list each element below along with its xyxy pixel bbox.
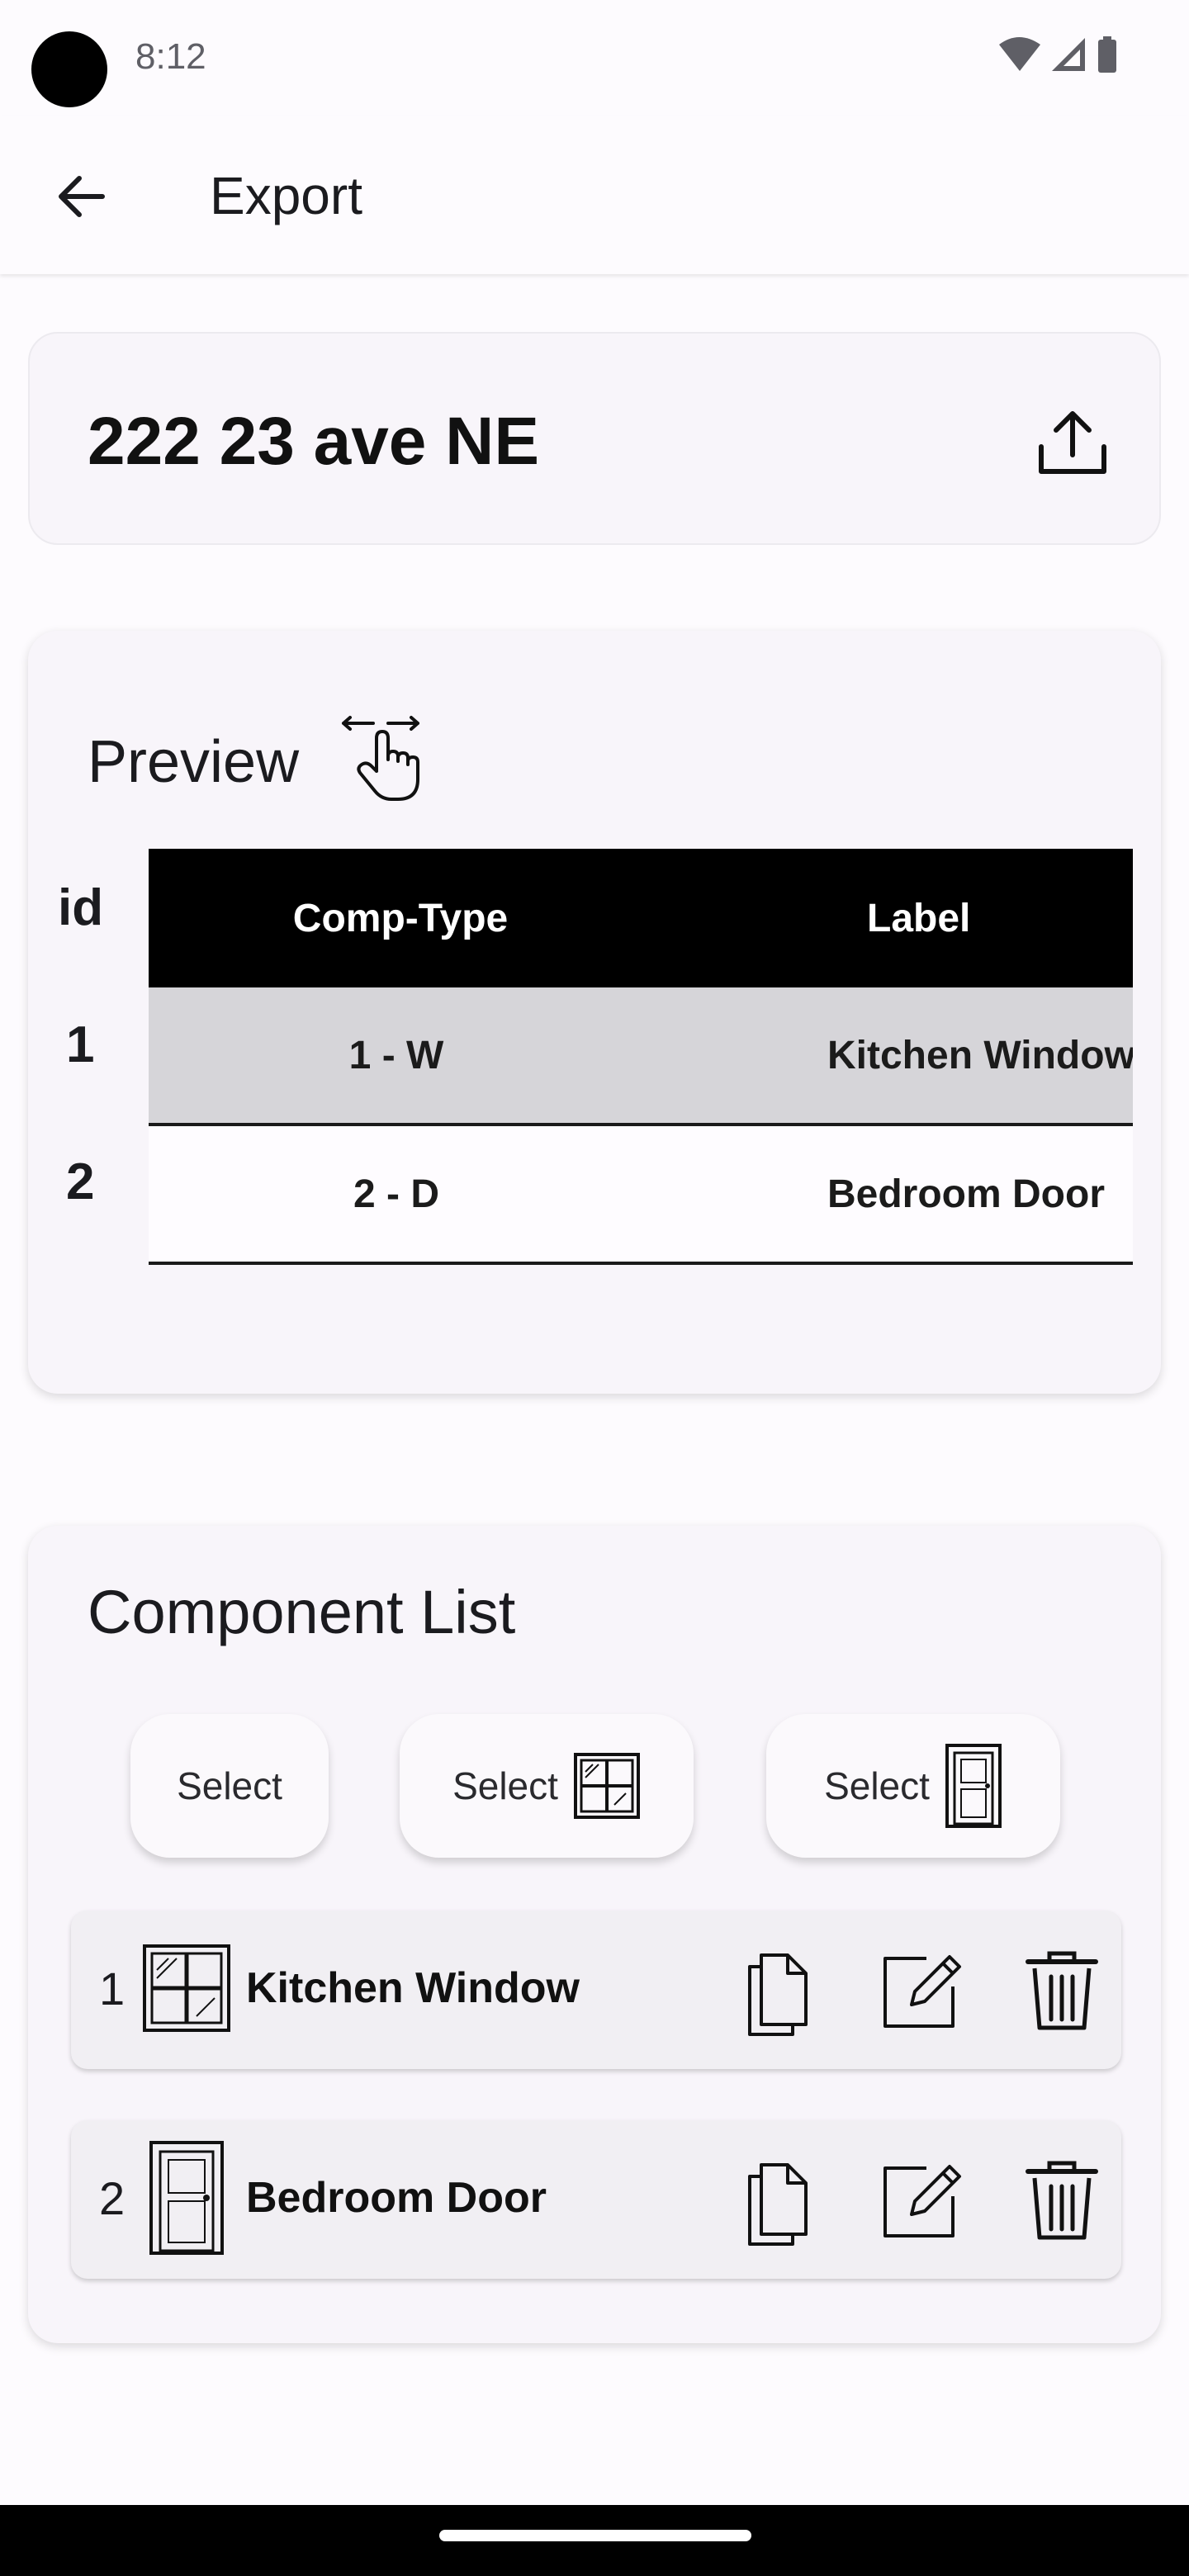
swipe-horizontal-icon	[342, 716, 419, 801]
column-header-label: Label	[867, 896, 971, 940]
table-id-header: id	[58, 879, 104, 936]
signal-icon	[1052, 38, 1085, 71]
table-id-cell: 1	[66, 1016, 95, 1073]
system-nav-bar	[0, 2505, 1189, 2576]
table-cell-comp-type: 2 - D	[353, 1172, 439, 1216]
column-header-comp-type: Comp-Type	[292, 896, 509, 940]
table-row[interactable]: 2 - D Bedroom Door	[149, 1126, 1133, 1265]
back-button[interactable]	[40, 155, 122, 238]
component-list-card: Component List Select Select Select 1 Ki…	[28, 1526, 1161, 2343]
select-windows-button[interactable]: Select	[400, 1714, 694, 1858]
share-button[interactable]	[1027, 398, 1118, 489]
home-gesture-handle[interactable]	[439, 2530, 751, 2541]
list-item[interactable]: 1 Kitchen Window	[71, 1911, 1121, 2069]
status-time: 8:12	[135, 36, 206, 77]
select-button-label: Select	[177, 1764, 282, 1807]
component-list-title: Component List	[88, 1578, 516, 1646]
item-number: 2	[99, 2172, 126, 2224]
edit-button[interactable]	[872, 2150, 971, 2249]
arrow-left-icon	[59, 176, 105, 217]
battery-icon	[1098, 36, 1116, 73]
preview-card: Preview id 1 2 Comp-Type Label 1 - W Kit…	[28, 631, 1161, 1394]
item-name: Kitchen Window	[246, 1964, 580, 2012]
address-card: 222 23 ave NE	[28, 332, 1161, 545]
door-icon	[149, 2141, 224, 2255]
camera-cutout	[31, 31, 107, 107]
edit-button[interactable]	[872, 1940, 971, 2039]
address-title: 222 23 ave NE	[88, 404, 540, 479]
edit-icon	[883, 2165, 961, 2237]
delete-button[interactable]	[1012, 2150, 1111, 2249]
table-header-row: Comp-Type Label	[149, 849, 1133, 987]
select-doors-button[interactable]: Select	[766, 1714, 1060, 1858]
item-number: 1	[99, 1963, 126, 2015]
edit-icon	[883, 1955, 961, 2028]
status-bar: 8:12	[0, 0, 1189, 116]
window-icon	[573, 1753, 640, 1819]
table-id-cell: 2	[66, 1153, 95, 1210]
status-icons	[999, 36, 1116, 73]
wifi-icon	[999, 37, 1040, 71]
select-button-label: Select	[824, 1764, 930, 1807]
copy-icon	[748, 1953, 808, 2036]
window-icon	[143, 1944, 230, 2032]
item-name: Bedroom Door	[246, 2174, 547, 2222]
table-cell-label: Kitchen Window	[827, 1033, 1133, 1077]
preview-table-content: Comp-Type Label 1 - W Kitchen Window 2 -…	[149, 849, 1133, 1265]
select-button-label: Select	[452, 1764, 558, 1807]
delete-button[interactable]	[1012, 1940, 1111, 2039]
app-bar: Export	[0, 116, 1189, 274]
share-upload-icon	[1039, 411, 1106, 474]
table-cell-comp-type: 1 - W	[348, 1033, 444, 1077]
delete-icon	[1026, 1951, 1098, 2030]
delete-icon	[1026, 2161, 1098, 2240]
copy-button[interactable]	[732, 2150, 831, 2249]
select-all-button[interactable]: Select	[130, 1714, 329, 1858]
table-cell-label: Bedroom Door	[827, 1172, 1105, 1216]
list-item[interactable]: 2 Bedroom Door	[71, 2120, 1121, 2279]
table-row[interactable]: 1 - W Kitchen Window	[149, 987, 1133, 1126]
preview-title: Preview	[88, 729, 300, 795]
copy-button[interactable]	[732, 1940, 831, 2039]
door-icon	[945, 1744, 1002, 1828]
copy-icon	[748, 2163, 808, 2246]
page-title: Export	[210, 166, 362, 225]
preview-table[interactable]: Comp-Type Label 1 - W Kitchen Window 2 -…	[149, 849, 1133, 1270]
